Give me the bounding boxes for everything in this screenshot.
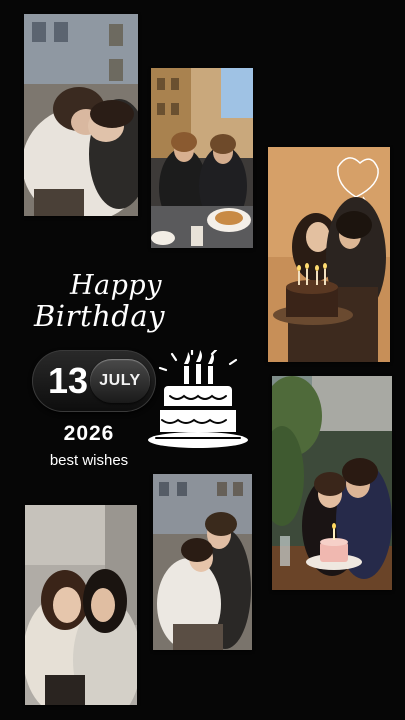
photo-cafe-table [151, 68, 253, 248]
photo-restaurant-cake [272, 376, 392, 590]
birthday-cake-icon [146, 348, 250, 456]
date-pill: 13 JULY [32, 350, 156, 412]
photo-cake-candles [268, 147, 390, 362]
date-day: 13 [47, 360, 89, 401]
photo-hug-street [24, 14, 138, 216]
best-wishes-text: best wishes [49, 452, 129, 469]
title-line-happy: Happy [70, 270, 162, 301]
photo-embrace-street [153, 474, 252, 650]
photo-selfie [25, 505, 137, 705]
happy-birthday-title: Happy Birthday [34, 272, 184, 331]
title-line-birthday: Birthday [34, 299, 166, 333]
date-year: 2026 [63, 422, 115, 445]
month-pill: JULY [90, 359, 150, 403]
collage-canvas: Happy Birthday 13 JULY 2026 best wishes [0, 0, 405, 720]
date-month: JULY [99, 372, 141, 389]
